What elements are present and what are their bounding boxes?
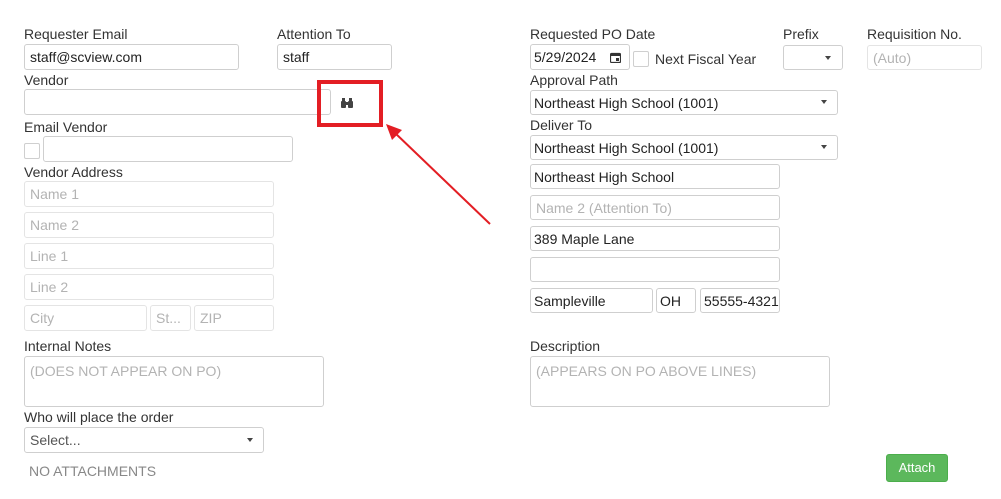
no-attachments-text: NO ATTACHMENTS [29, 463, 157, 479]
email-vendor-checkbox[interactable] [24, 143, 40, 159]
vendor-state-input[interactable]: St... [150, 305, 191, 331]
vendor-name2-input[interactable]: Name 2 [24, 212, 274, 238]
deliver-line1-input[interactable]: 389 Maple Lane [530, 226, 780, 251]
requested-po-date-label: Requested PO Date [530, 26, 656, 42]
email-vendor-label: Email Vendor [24, 119, 108, 135]
vendor-city-input[interactable]: City [24, 305, 147, 331]
deliver-to-select[interactable]: Northeast High School (1001) [530, 135, 838, 160]
deliver-zip-input[interactable]: 55555-4321 [700, 288, 780, 313]
who-place-order-value: Select... [30, 432, 81, 448]
deliver-state-input[interactable]: OH [656, 288, 696, 313]
vendor-name1-input[interactable]: Name 1 [24, 181, 274, 207]
description-label: Description [530, 338, 601, 354]
deliver-to-label: Deliver To [530, 117, 592, 133]
annotation-arrow [386, 124, 491, 225]
deliver-city-input[interactable]: Sampleville [530, 288, 653, 313]
who-place-order-select[interactable]: Select... [24, 427, 264, 453]
requester-email-label: Requester Email [24, 26, 128, 42]
internal-notes-textarea[interactable]: (DOES NOT APPEAR ON PO) [24, 356, 324, 407]
deliver-line2-input[interactable] [530, 257, 780, 282]
who-place-order-label: Who will place the order [24, 409, 174, 425]
calendar-icon[interactable] [609, 50, 622, 64]
vendor-zip-input[interactable]: ZIP [194, 305, 274, 331]
description-textarea[interactable]: (APPEARS ON PO ABOVE LINES) [530, 356, 830, 407]
deliver-name2-input[interactable]: Name 2 (Attention To) [530, 195, 780, 220]
internal-notes-label: Internal Notes [24, 338, 112, 354]
vendor-label: Vendor [24, 72, 69, 88]
requested-po-date-value: 5/29/2024 [534, 49, 597, 65]
chevron-down-icon [821, 100, 827, 104]
vendor-line2-input[interactable]: Line 2 [24, 274, 274, 300]
vendor-input[interactable] [24, 89, 331, 115]
vendor-line1-input[interactable]: Line 1 [24, 243, 274, 269]
vendor-address-label: Vendor Address [24, 164, 123, 180]
deliver-name1-input[interactable]: Northeast High School [530, 164, 780, 189]
approval-path-value: Northeast High School (1001) [534, 95, 719, 111]
chevron-down-icon [821, 145, 827, 149]
email-vendor-input[interactable] [43, 136, 293, 162]
approval-path-select[interactable]: Northeast High School (1001) [530, 90, 838, 115]
attention-to-input[interactable]: staff [277, 44, 392, 70]
requisition-no-label: Requisition No. [867, 26, 962, 42]
next-fiscal-year-label: Next Fiscal Year [655, 51, 757, 67]
next-fiscal-year-checkbox[interactable] [633, 51, 649, 67]
highlight-box [317, 80, 383, 127]
approval-path-label: Approval Path [530, 72, 618, 88]
prefix-select[interactable] [783, 45, 843, 70]
prefix-label: Prefix [783, 26, 819, 42]
deliver-to-value: Northeast High School (1001) [534, 140, 719, 156]
requester-email-input[interactable]: staff@scview.com [24, 44, 239, 70]
requisition-no-input: (Auto) [867, 45, 982, 70]
chevron-down-icon [247, 438, 253, 442]
attach-button[interactable]: Attach [886, 454, 948, 482]
chevron-down-icon [825, 56, 831, 60]
attention-to-label: Attention To [277, 26, 351, 42]
